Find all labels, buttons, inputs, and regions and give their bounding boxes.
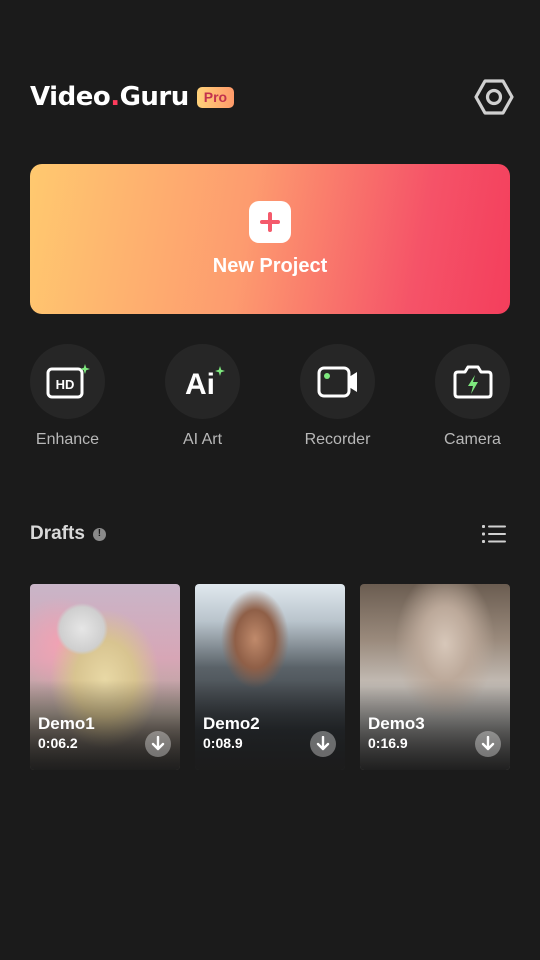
drafts-header: Drafts ! <box>30 520 510 548</box>
draft-card[interactable]: Demo1 0:06.2 <box>30 584 180 770</box>
drafts-title: Drafts <box>30 523 85 544</box>
settings-button[interactable] <box>471 74 517 120</box>
tool-enhance-circle[interactable]: HD <box>30 344 105 419</box>
tool-enhance[interactable]: HD Enhance <box>30 344 105 449</box>
draft-duration: 0:16.9 <box>368 735 408 751</box>
hd-sparkle-icon: HD <box>46 363 90 398</box>
svg-text:HD: HD <box>55 377 74 392</box>
header: Video.Guru Pro <box>30 74 514 120</box>
tool-recorder-circle[interactable] <box>300 344 375 419</box>
download-button[interactable] <box>310 731 336 757</box>
download-arrow-icon <box>151 736 165 751</box>
tool-recorder[interactable]: Recorder <box>300 344 375 449</box>
info-icon[interactable]: ! <box>92 527 106 541</box>
draft-name: Demo1 <box>38 714 95 733</box>
tool-recorder-label: Recorder <box>304 431 371 448</box>
draft-duration: 0:08.9 <box>203 735 243 751</box>
screen-recorder-icon <box>317 366 357 397</box>
svg-text:Ai: Ai <box>185 368 215 401</box>
draft-card[interactable]: Demo3 0:16.9 <box>360 584 510 770</box>
download-button[interactable] <box>475 731 501 757</box>
draft-name: Demo2 <box>203 714 260 733</box>
home-screen: Video.Guru Pro New Project HD Enhance Ai… <box>0 0 540 960</box>
draft-name: Demo3 <box>368 714 425 733</box>
tools-row: HD Enhance Ai AI Art Recorder Camera <box>30 344 510 449</box>
list-view-icon[interactable] <box>481 522 507 546</box>
drafts-title-wrap: Drafts ! <box>30 523 106 545</box>
plus-icon <box>249 200 291 243</box>
tool-ai-art[interactable]: Ai AI Art <box>165 344 240 449</box>
camera-flash-icon <box>453 365 492 398</box>
drafts-list: Demo1 0:06.2 Demo2 0:08.9 Demo3 0:16.9 <box>30 584 510 770</box>
tool-camera-circle[interactable] <box>435 344 510 419</box>
draft-duration: 0:06.2 <box>38 735 78 751</box>
tool-ai-art-circle[interactable]: Ai <box>165 344 240 419</box>
settings-hexagon-icon <box>474 79 514 115</box>
logo-text: Video.Guru <box>30 82 189 112</box>
tool-camera[interactable]: Camera <box>435 344 510 449</box>
pro-badge[interactable]: Pro <box>196 86 235 108</box>
download-arrow-icon <box>481 736 495 751</box>
tool-ai-art-label: AI Art <box>182 431 223 448</box>
app-logo: Video.Guru Pro <box>30 82 235 112</box>
download-button[interactable] <box>145 731 171 757</box>
draft-card[interactable]: Demo2 0:08.9 <box>195 584 345 770</box>
tool-enhance-label: Enhance <box>35 431 100 448</box>
download-arrow-icon <box>316 736 330 751</box>
new-project-button[interactable]: New Project <box>30 164 510 314</box>
new-project-label: New Project <box>212 254 328 277</box>
tool-camera-label: Camera <box>444 431 501 448</box>
ai-sparkle-icon: Ai <box>185 365 225 401</box>
